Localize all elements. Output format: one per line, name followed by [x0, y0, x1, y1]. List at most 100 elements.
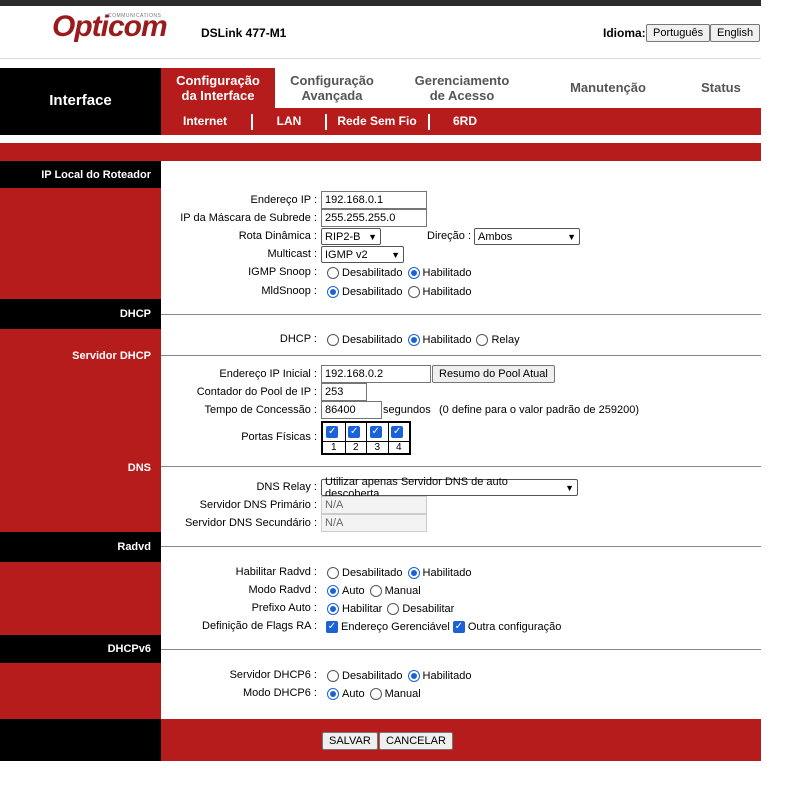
- section-divider: [161, 649, 761, 650]
- tab-access-management[interactable]: Gerenciamento de Acesso: [402, 68, 522, 108]
- port-1-checkbox[interactable]: ✓: [326, 426, 339, 438]
- start-ip-input[interactable]: [321, 365, 431, 383]
- option-label: Desabilitado: [342, 670, 403, 682]
- subtab-divider: [428, 114, 430, 130]
- dhcp-relay-radio[interactable]: [476, 334, 489, 346]
- tab-label-line1: Gerenciamento: [414, 73, 510, 88]
- igmp-enabled-radio[interactable]: [407, 267, 420, 279]
- dhcp6-mode-options: Auto Manual: [327, 688, 421, 700]
- prefix-disable-radio[interactable]: [387, 603, 400, 615]
- radvd-mode-label: Modo Radvd :: [248, 584, 317, 596]
- physical-ports-label: Portas Físicas :: [241, 431, 317, 443]
- option-label: Habilitado: [422, 670, 472, 682]
- direction-select[interactable]: Ambos ▼: [474, 228, 580, 245]
- subtab-wireless[interactable]: Rede Sem Fio: [334, 108, 420, 135]
- option-label: Manual: [384, 688, 421, 700]
- tab-label-line1: Manutenção: [570, 80, 646, 95]
- option-label: Habilitado: [422, 334, 472, 346]
- dynamic-route-value: RIP2-B: [325, 230, 361, 243]
- option-label: Outra configuração: [467, 621, 562, 633]
- subtab-6rd[interactable]: 6RD: [440, 108, 490, 135]
- section-title-dhcp-server: Servidor DHCP: [72, 350, 151, 362]
- dynamic-route-label: Rota Dinâmica :: [238, 230, 317, 242]
- section-title-dns: DNS: [127, 462, 151, 474]
- radvd-manual-radio[interactable]: [369, 585, 382, 597]
- tab-advanced-config[interactable]: Configuração Avançada: [275, 68, 389, 108]
- pool-count-label: Contador do Pool de IP :: [196, 386, 317, 398]
- managed-address-checkbox[interactable]: ✓: [326, 621, 338, 633]
- direction-label: Direção :: [427, 230, 472, 242]
- option-label: Endereço Gerenciável: [341, 621, 450, 633]
- subnet-mask-input[interactable]: [321, 209, 427, 227]
- igmp-disabled-radio[interactable]: [327, 267, 339, 279]
- mld-disabled-radio[interactable]: [327, 286, 339, 298]
- footer-action-bar: [161, 719, 761, 761]
- ip-address-label: Endereço IP :: [250, 194, 317, 206]
- tab-interface-config[interactable]: Configuração da Interface: [161, 68, 275, 108]
- dhcp6-disabled-radio[interactable]: [327, 670, 339, 682]
- model-name: DSLink 477-M1: [201, 26, 287, 40]
- section-title-dhcpv6: DHCPv6: [107, 643, 151, 655]
- radvd-enabled-radio[interactable]: [407, 567, 420, 579]
- ra-flags-options: ✓ Endereço Gerenciável ✓ Outra configuraçã…: [326, 621, 561, 633]
- mld-enabled-radio[interactable]: [407, 286, 420, 298]
- port-3-checkbox[interactable]: ✓: [369, 426, 382, 438]
- option-label: Manual: [384, 585, 421, 597]
- port-2-checkbox[interactable]: ✓: [348, 426, 361, 438]
- direction-value: Ambos: [478, 230, 513, 243]
- tab-label-line1: Configuração: [290, 73, 374, 88]
- ra-flags-label: Definição de Flags RA :: [202, 620, 317, 632]
- option-label: Desabilitado: [342, 267, 403, 279]
- primary-dns-label: Servidor DNS Primário :: [199, 499, 317, 511]
- chevron-down-icon: ▼: [391, 249, 400, 260]
- option-label: Auto: [342, 688, 365, 700]
- dhcp6-server-options: Desabilitado Habilitado: [327, 670, 471, 682]
- dynamic-route-select[interactable]: RIP2-B ▼: [321, 228, 381, 245]
- section-title-radvd: Radvd: [117, 541, 151, 553]
- language-english-button[interactable]: English: [710, 24, 761, 42]
- section-title-ip-local: IP Local do Roteador: [41, 169, 151, 181]
- port-4-checkbox[interactable]: ✓: [391, 426, 404, 438]
- content-top-band: [0, 143, 761, 161]
- other-config-checkbox[interactable]: ✓: [452, 621, 465, 633]
- option-label: Habilitar: [342, 603, 383, 615]
- tab-label-line1: Status: [701, 80, 741, 95]
- option-label: Desabilitado: [342, 567, 403, 579]
- nav-section-title: Interface: [49, 92, 112, 109]
- subnet-mask-label: IP da Máscara de Subrede :: [180, 212, 317, 224]
- lease-time-unit: segundos: [383, 404, 431, 416]
- pool-count-input[interactable]: [321, 383, 367, 401]
- lease-time-input[interactable]: [321, 401, 382, 419]
- save-button[interactable]: SALVAR: [322, 732, 378, 750]
- dhcp6-server-label: Servidor DHCP6 :: [229, 669, 317, 681]
- multicast-select[interactable]: IGMP v2 ▼: [321, 246, 404, 263]
- dns-relay-select[interactable]: Utilizar apenas Servidor DNS de auto des…: [321, 476, 578, 500]
- subtab-internet[interactable]: Internet: [172, 108, 238, 135]
- start-ip-label: Endereço IP Inicial :: [219, 368, 317, 380]
- radvd-auto-radio[interactable]: [327, 585, 339, 597]
- radvd-disabled-radio[interactable]: [327, 567, 339, 579]
- physical-ports-grid: ✓ 1 ✓ 2 ✓ 3 ✓ 4: [321, 421, 411, 455]
- dhcp6-manual-radio[interactable]: [369, 688, 382, 700]
- tab-maintenance[interactable]: Manutenção: [553, 68, 663, 108]
- pool-summary-button[interactable]: Resumo do Pool Atual: [432, 365, 555, 383]
- dhcp6-enabled-radio[interactable]: [407, 670, 420, 682]
- option-label: Desabilitado: [342, 286, 403, 298]
- dhcp6-mode-label: Modo DHCP6 :: [243, 687, 317, 699]
- ip-address-input[interactable]: [321, 191, 427, 209]
- tab-status[interactable]: Status: [686, 68, 756, 108]
- option-label: Relay: [491, 334, 520, 346]
- language-portugues-button[interactable]: Português: [646, 24, 711, 42]
- dhcp-enabled-radio[interactable]: [407, 334, 420, 346]
- prefix-enable-radio[interactable]: [327, 603, 339, 615]
- option-label: Habilitado: [422, 267, 472, 279]
- dhcp-disabled-radio[interactable]: [327, 334, 339, 346]
- secondary-dns-input: [321, 514, 427, 532]
- cancel-button[interactable]: CANCELAR: [379, 732, 453, 750]
- subtab-lan[interactable]: LAN: [264, 108, 314, 135]
- section-side-panel: [0, 562, 161, 635]
- enable-radvd-options: Desabilitado Habilitado: [327, 567, 471, 579]
- dhcp6-auto-radio[interactable]: [327, 688, 339, 700]
- subtab-divider: [325, 114, 327, 130]
- port-number: 1: [323, 441, 345, 454]
